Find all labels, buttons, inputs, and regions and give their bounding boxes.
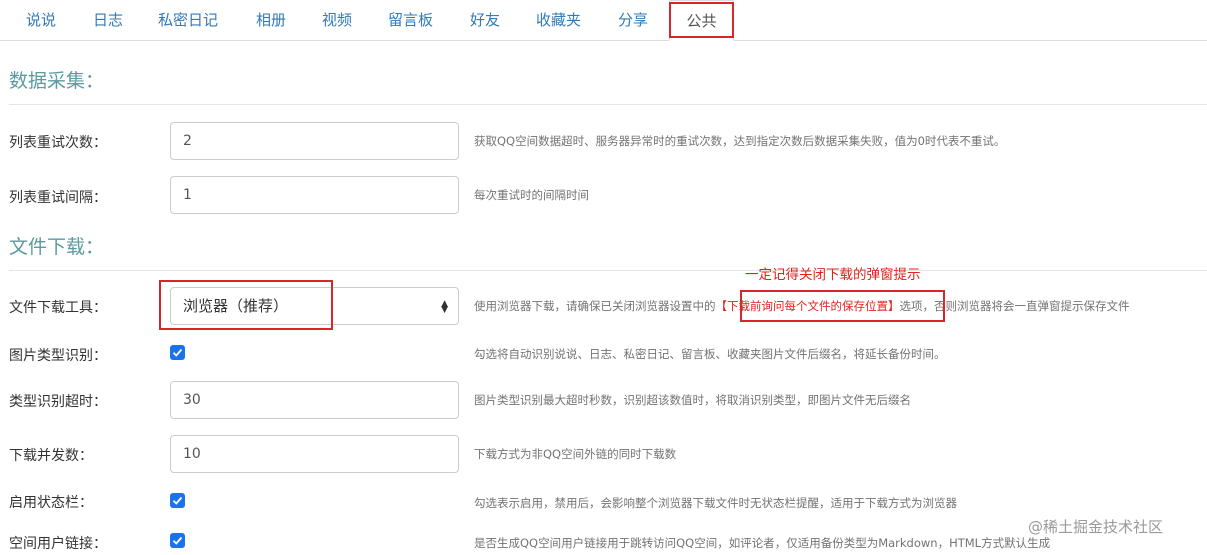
section-title-file-download: 文件下载：: [9, 236, 105, 258]
type-detect-timeout-label: 类型识别超时：: [9, 394, 107, 410]
tab-video[interactable]: 视频: [322, 0, 352, 40]
tab-favorites[interactable]: 收藏夹: [536, 0, 581, 40]
download-tool-help-after: 选项，否则浏览器将会一直弹窗提示保存文件: [899, 299, 1130, 313]
enable-status-bar-checkbox[interactable]: [170, 493, 185, 508]
image-type-detect-checkbox[interactable]: [170, 345, 185, 360]
tab-message-board[interactable]: 留言板: [388, 0, 433, 40]
section-divider: [9, 104, 1207, 105]
download-tool-help-highlight: 【下载前询问每个文件的保存位置】: [715, 299, 900, 313]
download-concurrency-input[interactable]: 10: [170, 435, 459, 473]
check-icon: [172, 348, 183, 357]
enable-status-bar-help: 勾选表示启用，禁用后，会影响整个浏览器下载文件时无状态栏提醒，适用于下载方式为浏…: [474, 496, 957, 510]
image-type-detect-label: 图片类型识别：: [9, 348, 107, 364]
section-divider: [9, 270, 1207, 271]
enable-status-bar-label: 启用状态栏：: [9, 495, 93, 511]
type-detect-timeout-help: 图片类型识别最大超时秒数，识别超该数值时，将取消识别类型，即图片文件无后缀名: [474, 393, 911, 407]
tab-public[interactable]: 公共: [669, 0, 734, 41]
space-user-link-label: 空间用户链接：: [9, 536, 107, 552]
list-retry-count-help: 获取QQ空间数据超时、服务器异常时的重试次数，达到指定次数后数据采集失败，值为0…: [474, 134, 1006, 148]
tab-share[interactable]: 分享: [618, 0, 648, 40]
tab-private-diary[interactable]: 私密日记: [158, 0, 218, 40]
download-tool-selected-value: 浏览器（推荐）: [183, 297, 289, 315]
download-tool-label: 文件下载工具：: [9, 300, 107, 316]
select-arrows-icon: ▲ ▼: [441, 299, 448, 315]
space-user-link-help: 是否生成QQ空间用户链接用于跳转访问QQ空间，如评论者，仅适用备份类型为Mark…: [474, 536, 1051, 550]
download-tool-select[interactable]: 浏览器（推荐） ▲ ▼: [170, 287, 459, 325]
tab-friends[interactable]: 好友: [470, 0, 500, 40]
list-retry-interval-input[interactable]: 1: [170, 176, 459, 214]
watermark: @稀土掘金技术社区: [1028, 518, 1164, 536]
tab-blog[interactable]: 日志: [93, 0, 123, 40]
tab-bar: 说说 日志 私密日记 相册 视频 留言板 好友 收藏夹 分享 公共: [0, 0, 1207, 41]
tab-album[interactable]: 相册: [256, 0, 286, 40]
download-concurrency-help: 下载方式为非QQ空间外链的同时下载数: [474, 447, 677, 461]
list-retry-interval-label: 列表重试间隔：: [9, 190, 107, 206]
check-icon: [172, 496, 183, 505]
space-user-link-checkbox[interactable]: [170, 533, 185, 548]
tab-shuoshuo[interactable]: 说说: [26, 0, 56, 40]
download-concurrency-label: 下载并发数：: [9, 448, 93, 464]
type-detect-timeout-input[interactable]: 30: [170, 381, 459, 419]
image-type-detect-help: 勾选将自动识别说说、日志、私密日记、留言板、收藏夹图片文件后缀名，将延长备份时间…: [474, 347, 946, 361]
check-icon: [172, 536, 183, 545]
list-retry-count-label: 列表重试次数：: [9, 135, 107, 151]
list-retry-interval-help: 每次重试时的间隔时间: [474, 188, 589, 202]
section-title-data-collection: 数据采集：: [9, 70, 105, 92]
download-tool-help-before: 使用浏览器下载，请确保已关闭浏览器设置中的: [474, 299, 716, 313]
annotation-text: 一定记得关闭下载的弹窗提示: [745, 267, 921, 283]
download-tool-help: 使用浏览器下载，请确保已关闭浏览器设置中的【下载前询问每个文件的保存位置】选项，…: [474, 298, 1130, 314]
list-retry-count-input[interactable]: 2: [170, 122, 459, 160]
